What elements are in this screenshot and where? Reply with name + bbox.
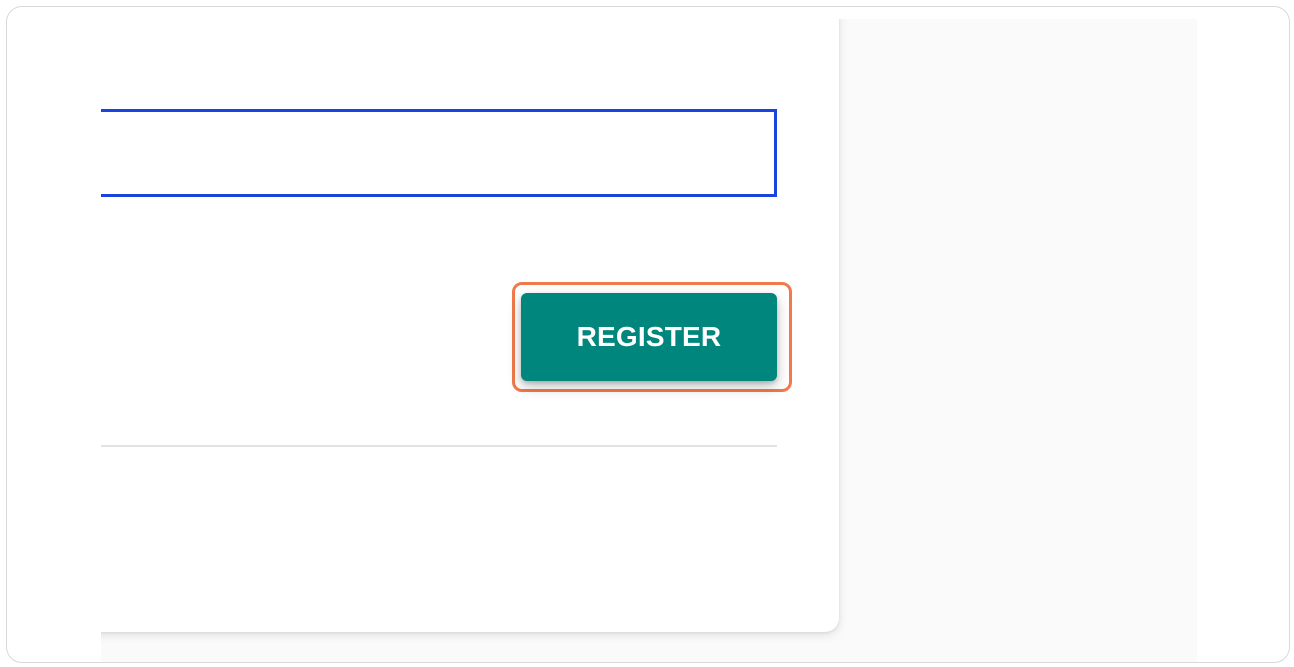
page-viewport: REGISTER	[101, 19, 1197, 662]
screenshot-frame: REGISTER	[6, 6, 1290, 663]
section-divider	[101, 445, 777, 447]
form-text-input[interactable]	[101, 109, 777, 197]
register-button[interactable]: REGISTER	[521, 293, 777, 381]
registration-card: REGISTER	[101, 19, 839, 632]
